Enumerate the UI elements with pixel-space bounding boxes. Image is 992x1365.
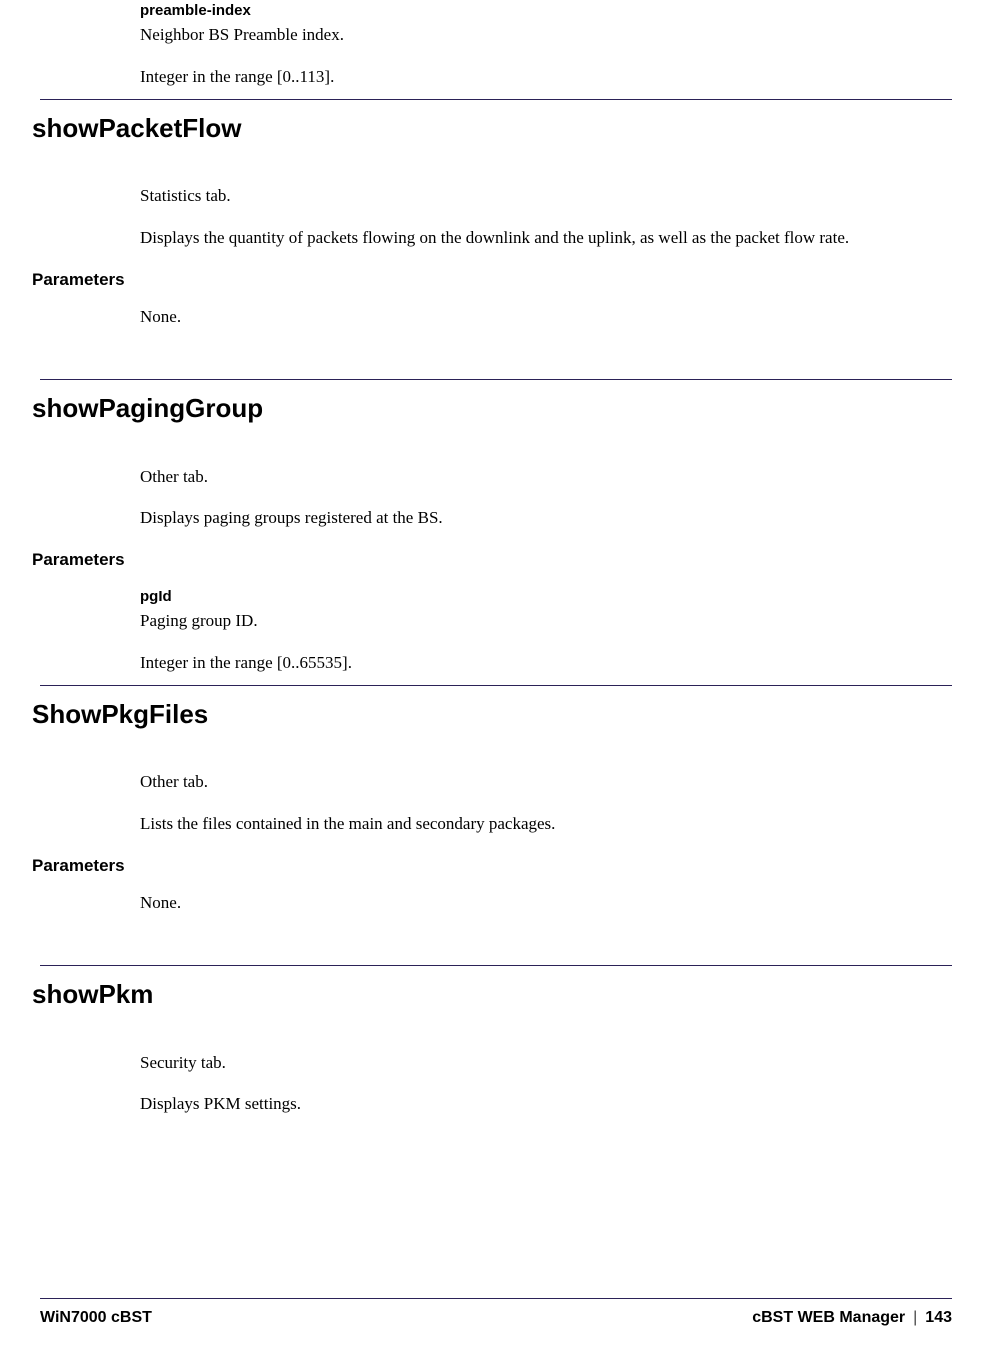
footer-right-label: cBST WEB Manager [752,1309,905,1326]
section-body: Other tab. Displays paging groups regist… [140,465,902,531]
body-text: Displays paging groups registered at the… [140,506,902,530]
body-text: Other tab. [140,465,902,489]
param-name-pgid: pgId [140,586,902,607]
parameters-label: Parameters [32,268,952,292]
footer-right: cBST WEB Manager|143 [752,1307,952,1329]
param-range: Integer in the range [0..65535]. [140,651,902,675]
params-body: None. [140,305,902,329]
divider [40,965,952,966]
parameters-label: Parameters [32,854,952,878]
body-text: Displays PKM settings. [140,1092,902,1116]
params-text: None. [140,305,902,329]
param-name-preamble: preamble-index [140,0,902,21]
section-title-showpkm: showPkm [32,976,952,1012]
intro-line1: Neighbor BS Preamble index. [140,23,902,47]
page: preamble-index Neighbor BS Preamble inde… [0,0,992,1365]
body-text: Displays the quantity of packets flowing… [140,226,902,250]
section-title-showpkgfiles: ShowPkgFiles [32,696,952,732]
divider [40,379,952,380]
section-body: Other tab. Lists the files contained in … [140,770,902,836]
footer-divider [40,1298,952,1299]
section-body: Security tab. Displays PKM settings. [140,1051,902,1117]
intro-block: preamble-index Neighbor BS Preamble inde… [140,0,902,89]
params-body: pgId Paging group ID. Integer in the ran… [140,586,902,675]
param-desc: Paging group ID. [140,609,902,633]
section-body: Statistics tab. Displays the quantity of… [140,184,902,250]
divider [40,685,952,686]
intro-line2: Integer in the range [0..113]. [140,65,902,89]
params-body: None. [140,891,902,915]
page-footer: WiN7000 cBST cBST WEB Manager|143 [40,1298,952,1329]
divider [40,99,952,100]
parameters-label: Parameters [32,548,952,572]
footer-row: WiN7000 cBST cBST WEB Manager|143 [40,1307,952,1329]
body-text: Statistics tab. [140,184,902,208]
footer-left: WiN7000 cBST [40,1307,152,1329]
section-title-showpaginggroup: showPagingGroup [32,390,952,426]
body-text: Lists the files contained in the main an… [140,812,902,836]
body-text: Security tab. [140,1051,902,1075]
footer-separator: | [905,1309,925,1326]
section-title-showpacketflow: showPacketFlow [32,110,952,146]
page-number: 143 [925,1309,952,1326]
body-text: Other tab. [140,770,902,794]
params-text: None. [140,891,902,915]
